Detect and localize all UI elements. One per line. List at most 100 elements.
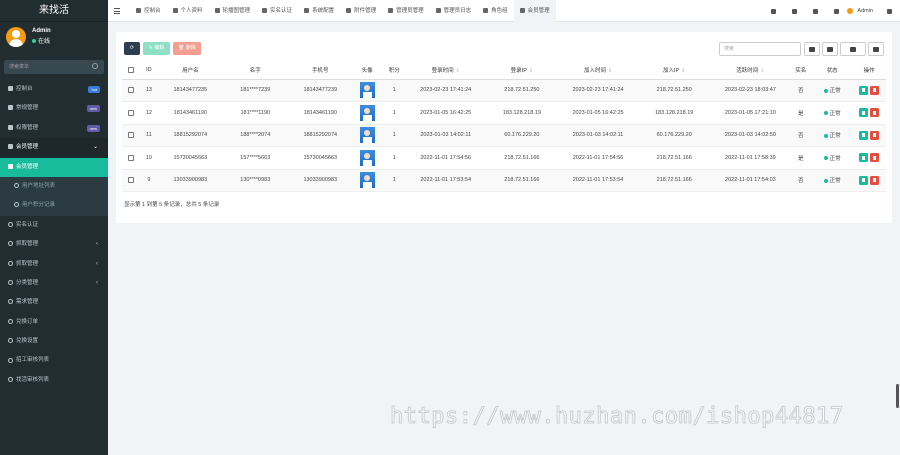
columns-button[interactable] — [822, 42, 838, 56]
column-header[interactable]: 名字 — [222, 62, 288, 80]
column-header[interactable]: 加入IP ⇕ — [637, 62, 712, 80]
cell-join-ip[interactable]: 183.128.218.19 — [637, 101, 712, 125]
row-delete-button[interactable] — [870, 153, 880, 163]
table-row[interactable]: 10 15730045663 157****5663 15730045663 1 2022… — [122, 146, 886, 170]
menu-toggle-icon[interactable] — [114, 8, 120, 14]
sidebar-item[interactable]: 招工审核列表 — [0, 351, 108, 370]
nav-tab[interactable]: 会员管理 — [513, 0, 556, 22]
sidebar-item[interactable]: 需求管理 — [0, 293, 108, 312]
edit-button[interactable]: ✎ 编辑 — [143, 42, 170, 55]
avatar-thumbnail[interactable] — [359, 172, 375, 189]
column-header[interactable]: 积分 — [381, 62, 407, 80]
cell-join-ip[interactable]: 218.72.51.166 — [637, 146, 712, 170]
sidebar-item[interactable]: 用户积分记录 — [0, 196, 108, 216]
table-row[interactable]: 12 18143461190 181****1190 18143461190 1 2023… — [122, 101, 886, 125]
search-icon[interactable] — [92, 63, 98, 69]
row-delete-button[interactable] — [870, 108, 880, 118]
advanced-search-button[interactable] — [868, 42, 884, 56]
column-header[interactable]: 用户名 — [157, 62, 223, 80]
sidebar-item[interactable]: 实名认证 — [0, 216, 108, 235]
fullscreen-icon[interactable] — [834, 8, 840, 14]
admin-avatar[interactable] — [847, 8, 854, 14]
sidebar-item[interactable]: 用户地址列表 — [0, 176, 108, 197]
column-header[interactable]: 加入时间 ⇕ — [558, 62, 638, 80]
row-edit-button[interactable] — [859, 175, 869, 185]
scroll-indicator[interactable] — [896, 384, 899, 408]
refresh-button[interactable]: ⟳ — [124, 42, 140, 55]
avatar-thumbnail[interactable] — [359, 127, 375, 144]
column-header[interactable]: 手机号 — [287, 62, 353, 80]
trash-icon[interactable] — [792, 8, 798, 14]
row-checkbox[interactable] — [127, 109, 134, 116]
nav-tab[interactable]: 附件管理 — [340, 0, 382, 22]
export-button[interactable] — [840, 42, 866, 56]
cell-login-ip[interactable]: 218.72.51.166 — [484, 146, 559, 170]
app-title[interactable]: 来找活 — [0, 0, 108, 22]
avatar-thumbnail[interactable] — [359, 149, 375, 166]
avatar-thumbnail[interactable] — [359, 82, 375, 99]
sidebar-search-input[interactable]: 搜索菜单 — [4, 60, 104, 74]
sidebar-item[interactable]: 找活审核列表 — [0, 371, 108, 390]
sidebar-item[interactable]: 会员管理 ⌄ — [0, 138, 108, 158]
table-row[interactable]: 9 13033900983 130****0983 13033900983 1 2022-… — [122, 169, 886, 192]
cell-login-ip[interactable]: 218.72.51.250 — [484, 79, 559, 102]
sidebar-item[interactable]: 控制台 hot — [0, 80, 108, 99]
column-header[interactable]: 操作 — [852, 62, 886, 80]
nav-tab[interactable]: 轮播图管理 — [209, 0, 257, 22]
row-edit-button[interactable] — [859, 130, 869, 140]
select-all-checkbox[interactable] — [127, 67, 134, 74]
home-icon[interactable] — [771, 8, 777, 14]
cell-join-ip[interactable]: 218.72.51.250 — [637, 79, 712, 102]
row-edit-button[interactable] — [859, 85, 869, 95]
cell-join-ip[interactable]: 60.176.229.20 — [637, 124, 712, 147]
sort-icon[interactable]: ⇕ — [681, 68, 685, 74]
row-checkbox[interactable] — [127, 132, 134, 139]
column-header[interactable]: 实名 — [789, 62, 812, 80]
sort-icon[interactable]: ⇕ — [608, 68, 612, 74]
row-edit-button[interactable] — [859, 153, 869, 163]
column-header[interactable]: 活跃时间 ⇕ — [711, 62, 790, 80]
table-row[interactable]: 11 18815292074 188****2074 18815292074 1 2023… — [122, 124, 886, 147]
nav-tab[interactable]: 管理员日志 — [430, 0, 478, 22]
row-edit-button[interactable] — [859, 108, 869, 118]
admin-name[interactable]: Admin — [857, 8, 873, 14]
table-row[interactable]: 13 18143477235 181****7239 18143477239 1 2023… — [122, 79, 886, 102]
cell-login-ip[interactable]: 60.176.229.20 — [484, 124, 559, 147]
cell-login-ip[interactable]: 218.72.51.166 — [484, 169, 559, 192]
row-checkbox[interactable] — [127, 177, 134, 184]
nav-tab[interactable]: 个人资料 — [167, 0, 209, 22]
sidebar-item[interactable]: 权限管理 new — [0, 119, 108, 138]
row-checkbox[interactable] — [127, 154, 134, 161]
nav-tab[interactable]: 系统配置 — [298, 0, 340, 22]
sidebar-item[interactable]: 抓取管理 ‹ — [0, 255, 108, 274]
table-search-input[interactable]: 搜索 — [719, 42, 801, 56]
column-header[interactable]: 状态 — [811, 62, 853, 80]
column-header[interactable]: ID — [139, 62, 158, 80]
cell-join-ip[interactable]: 218.72.51.166 — [637, 169, 712, 192]
sidebar-item[interactable]: 抓取管理 ‹ — [0, 235, 108, 254]
avatar-thumbnail[interactable] — [359, 104, 375, 121]
sidebar-item[interactable]: 常规管理 new — [0, 99, 108, 118]
column-header[interactable]: 登录IP ⇕ — [484, 62, 559, 80]
language-icon[interactable] — [813, 8, 819, 14]
sort-icon[interactable]: ⇕ — [529, 68, 533, 74]
column-header[interactable]: 头像 — [352, 62, 382, 80]
row-checkbox[interactable] — [127, 87, 134, 94]
sidebar-item[interactable]: 兑换订单 — [0, 313, 108, 332]
sidebar-item[interactable]: 会员管理 — [0, 157, 108, 177]
row-delete-button[interactable] — [870, 130, 880, 140]
sidebar-item[interactable]: 兑换设置 — [0, 332, 108, 351]
row-delete-button[interactable] — [870, 175, 880, 185]
toggle-view-button[interactable] — [804, 42, 820, 56]
settings-icon[interactable] — [887, 8, 892, 14]
sort-icon[interactable]: ⇕ — [760, 68, 764, 74]
delete-button[interactable]: 🗑 删除 — [173, 42, 201, 55]
row-delete-button[interactable] — [870, 85, 880, 95]
cell-login-ip[interactable]: 183.128.218.19 — [484, 101, 559, 125]
nav-tab[interactable]: 管理员管理 — [382, 0, 430, 22]
nav-tab[interactable]: 控制台 — [130, 0, 167, 22]
nav-tab[interactable]: 角色组 — [477, 0, 514, 22]
sidebar-item[interactable]: 分类管理 ‹ — [0, 274, 108, 293]
nav-tab[interactable]: 实名认证 — [256, 0, 298, 22]
sort-icon[interactable]: ⇕ — [456, 68, 460, 74]
